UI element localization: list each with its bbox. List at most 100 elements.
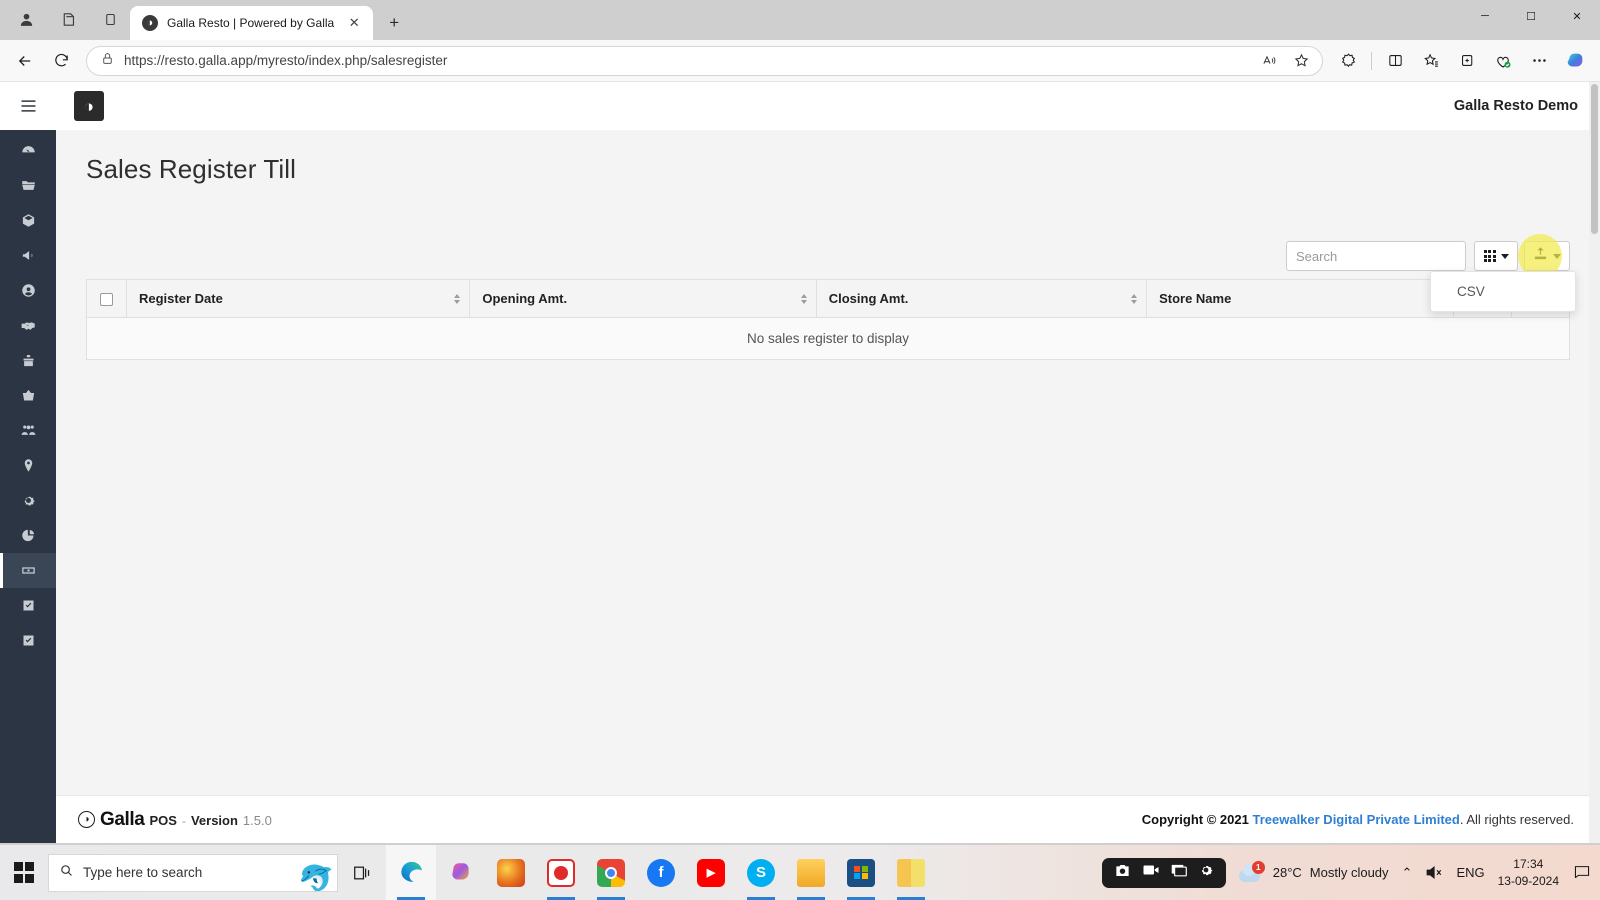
video-icon[interactable] — [1142, 863, 1160, 882]
favorites-icon[interactable] — [1414, 45, 1448, 77]
sidebar-item-dashboard[interactable] — [0, 133, 56, 168]
export-button[interactable] — [1524, 241, 1570, 271]
sidebar-item-suppliers[interactable] — [0, 308, 56, 343]
start-button[interactable] — [0, 845, 48, 900]
paint-icon — [897, 858, 925, 887]
split-screen-icon[interactable] — [1378, 45, 1412, 77]
sidebar-item-sales-register[interactable] — [0, 553, 56, 588]
sidebar-item-products[interactable] — [0, 203, 56, 238]
gear-icon[interactable] — [1198, 862, 1214, 883]
taskbar-app-facebook[interactable]: f — [636, 845, 686, 900]
sidebar-item-offers[interactable] — [0, 343, 56, 378]
footer-version-number: 1.5.0 — [242, 812, 272, 828]
weather-widget[interactable]: 1 28°C Mostly cloudy — [1238, 860, 1389, 884]
column-header-opening-amt[interactable]: Opening Amt. — [469, 278, 817, 319]
close-icon[interactable]: ✕ — [343, 12, 365, 34]
page-footer: ◑ Galla POS - Version 1.5.0 Copyright © … — [56, 795, 1600, 843]
taskbar-app-copilot[interactable] — [436, 845, 486, 900]
minimize-button[interactable]: ─ — [1462, 0, 1508, 32]
profile-icon[interactable] — [6, 2, 46, 36]
main-area: Sales Register Till Search CSV Register … — [56, 130, 1600, 795]
window-controls: ─ ☐ ✕ — [1462, 0, 1600, 32]
export-menu-item-csv[interactable]: CSV — [1431, 279, 1575, 304]
taskbar-search-box[interactable]: Type here to search 🐬 — [48, 853, 338, 892]
sales-register-table: Register Date Opening Amt. Closing Amt. — [86, 278, 1570, 361]
galla-mark-icon: ◑ — [78, 811, 95, 828]
language-indicator[interactable]: ENG — [1456, 865, 1484, 880]
taskbar-app-edge[interactable] — [386, 845, 436, 900]
extensions-icon[interactable] — [1331, 45, 1365, 77]
browser-tab[interactable]: ◑ Galla Resto | Powered by Galla ✕ — [130, 6, 374, 40]
new-tab-button[interactable]: + — [379, 8, 409, 38]
page-content: ◑ Galla Resto Demo Sales Register Till S… — [56, 82, 1600, 843]
dolphin-icon: 🐬 — [297, 864, 335, 892]
window-icon[interactable] — [1171, 863, 1187, 882]
table-header-row: Register Date Opening Amt. Closing Amt. — [86, 278, 1570, 319]
sort-icon — [800, 293, 807, 304]
sidebar-item-marketing[interactable] — [0, 238, 56, 273]
taskbar-app-firefox[interactable] — [486, 845, 536, 900]
task-view-button[interactable] — [338, 865, 386, 881]
columns-button[interactable] — [1474, 241, 1518, 271]
page-scrollbar[interactable] — [1589, 82, 1600, 843]
taskbar-app-microsoft-store[interactable] — [836, 845, 886, 900]
taskbar-app-file-explorer[interactable] — [786, 845, 836, 900]
star-icon[interactable] — [1286, 48, 1316, 74]
skype-icon: S — [747, 858, 775, 887]
taskbar-app-youtube[interactable]: ▶ — [686, 845, 736, 900]
tab-title: Galla Resto | Powered by Galla — [167, 16, 335, 30]
search-input[interactable] — [1286, 241, 1466, 271]
browser-essentials-icon[interactable] — [1486, 45, 1520, 77]
weather-temperature: 28°C — [1272, 865, 1302, 880]
volume-muted-icon[interactable] — [1425, 865, 1443, 880]
column-header-store-name[interactable]: Store Name — [1146, 278, 1454, 319]
taskbar-clock[interactable]: 17:34 13-09-2024 — [1498, 856, 1559, 888]
taskbar-app-paint[interactable] — [886, 845, 936, 900]
maximize-button[interactable]: ☐ — [1508, 0, 1554, 32]
column-header-register-date[interactable]: Register Date — [125, 278, 471, 319]
sidebar-item-sales[interactable] — [0, 378, 56, 413]
column-label: Register Date — [139, 291, 223, 307]
collections-icon[interactable] — [1450, 45, 1484, 77]
tab-panel-icon[interactable] — [90, 2, 130, 36]
sidebar-item-approvals[interactable] — [0, 623, 56, 658]
taskbar-app-screen-recorder[interactable] — [536, 845, 586, 900]
record-icon — [547, 858, 575, 887]
address-bar[interactable]: https://resto.galla.app/myresto/index.ph… — [86, 45, 1323, 76]
sort-icon — [454, 293, 461, 304]
copilot-pages-icon[interactable] — [48, 2, 88, 36]
sidebar-item-tasks[interactable] — [0, 588, 56, 623]
store-icon — [847, 858, 875, 887]
table-body: No sales register to display — [86, 317, 1570, 361]
taskbar-app-chrome[interactable] — [586, 845, 636, 900]
notification-icon[interactable] — [1572, 864, 1590, 881]
camera-icon[interactable] — [1114, 863, 1131, 883]
settings-more-icon[interactable] — [1522, 45, 1556, 77]
column-header-closing-amt[interactable]: Closing Amt. — [815, 278, 1148, 319]
close-window-button[interactable]: ✕ — [1554, 0, 1600, 32]
scrollbar-thumb[interactable] — [1591, 84, 1598, 234]
toolbar-divider — [1371, 51, 1372, 70]
select-all-checkbox[interactable] — [100, 293, 113, 307]
toolbar-buttons — [1474, 241, 1570, 271]
company-link[interactable]: Treewalker Digital Private Limited — [1252, 812, 1459, 827]
sidebar-toggle-button[interactable] — [0, 82, 56, 130]
sidebar-item-stores[interactable] — [0, 448, 56, 483]
taskbar-search-text: Type here to search — [83, 865, 203, 880]
copilot-icon[interactable] — [1558, 45, 1592, 77]
sidebar-item-staff[interactable] — [0, 413, 56, 448]
select-all-header[interactable] — [86, 278, 127, 319]
reload-button[interactable] — [44, 45, 78, 77]
sidebar-item-settings[interactable] — [0, 483, 56, 518]
sidebar-item-catalog[interactable] — [0, 168, 56, 203]
clock-time: 17:34 — [1513, 857, 1544, 872]
taskbar-app-skype[interactable]: S — [736, 845, 786, 900]
read-aloud-icon[interactable] — [1254, 48, 1284, 74]
export-dropdown-menu: CSV — [1430, 271, 1576, 312]
back-button[interactable] — [8, 45, 42, 77]
sidebar-item-customers[interactable] — [0, 273, 56, 308]
show-hidden-icons-chevron[interactable]: ⌃ — [1402, 865, 1413, 881]
account-name[interactable]: Galla Resto Demo — [1454, 98, 1578, 114]
weather-condition: Mostly cloudy — [1309, 865, 1389, 880]
sidebar-item-reports[interactable] — [0, 518, 56, 553]
